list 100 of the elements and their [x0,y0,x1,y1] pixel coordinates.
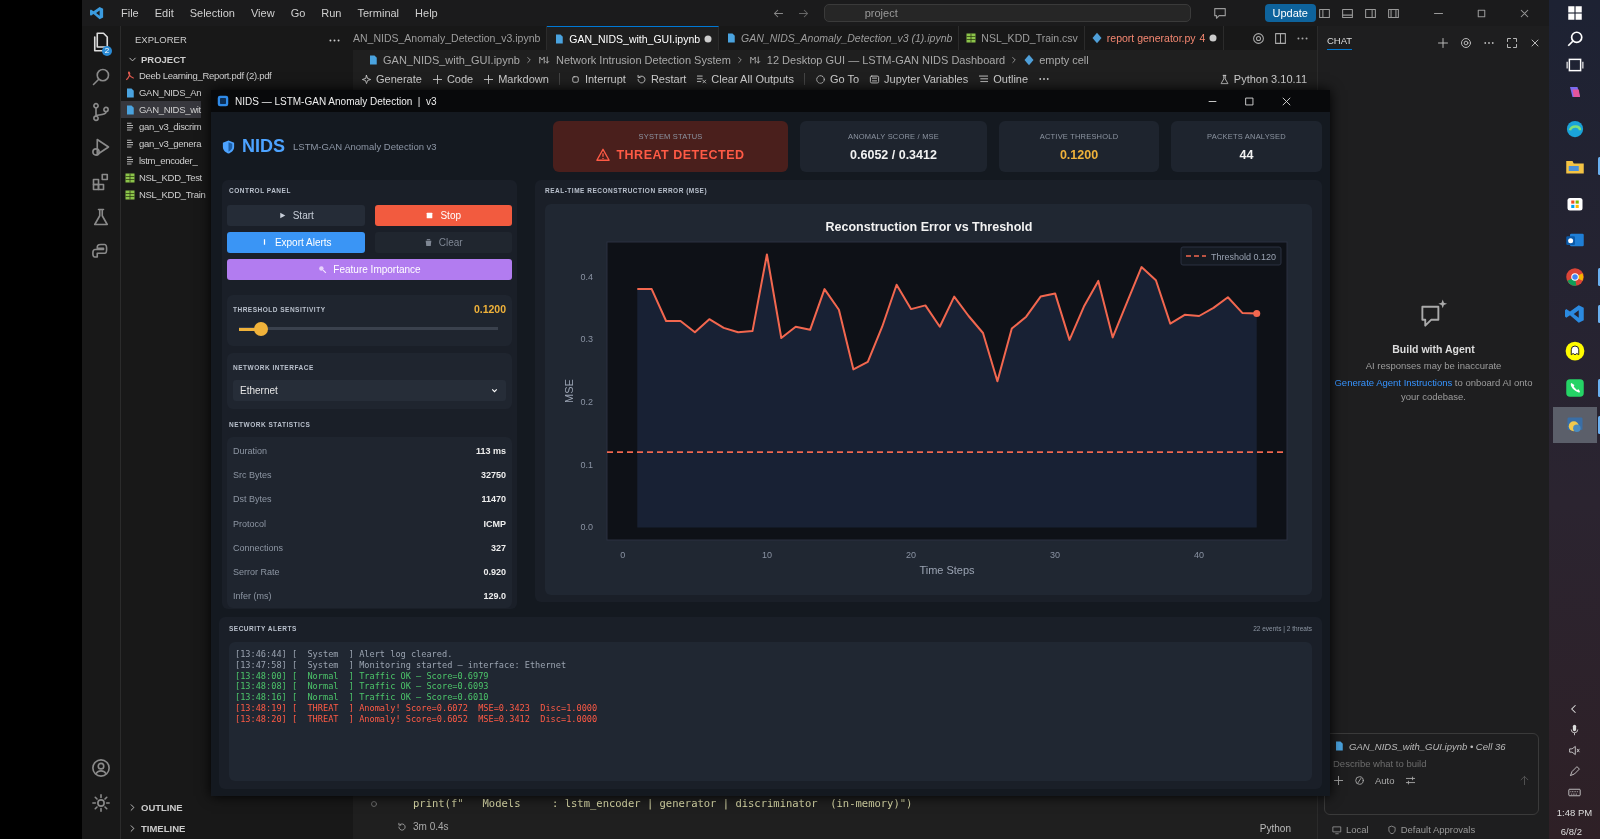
axis-tick-label: 0.2 [580,397,593,407]
tree-item[interactable]: NSL_KDD_Train [121,186,206,203]
axis-tick-label: 0.0 [580,522,593,533]
stat-label: Src Bytes [233,470,272,481]
axis-title: MSE [563,379,575,403]
breadcrumb-item[interactable]: GAN_NIDS_with_GUI.ipynb [367,54,520,66]
editor-tab[interactable]: GAN_NIDS_Anomaly_Detection_v3 (1).ipynb [719,26,960,50]
menu-item[interactable]: Terminal [350,5,407,21]
tree-item[interactable]: lstm_encoder_ [121,152,198,169]
chart-title: Reconstruction Error vs Threshold [825,220,1033,234]
menu-item[interactable]: Run [314,5,349,21]
menu-item[interactable]: Edit [147,5,181,21]
interface-select[interactable]: Ethernet [233,380,506,401]
threshold-value: 0.1200 [473,303,506,315]
menu-item[interactable]: Help [408,5,445,21]
stat-label: Dst Bytes [233,494,272,505]
tree-item[interactable]: gan_v3_discrim [121,118,202,135]
context-chip[interactable]: GAN_NIDS_with_GUI.ipynb • Cell 36 [1333,740,1530,752]
menu-item[interactable]: View [243,5,282,21]
clear-button[interactable]: Clear [374,232,512,253]
card-value: THREAT DETECTED [616,147,745,162]
legend-label: Threshold 0.120 [1211,251,1277,262]
axis-tick-label: 0.3 [580,334,593,345]
cell-language[interactable]: Python [1259,823,1291,834]
instructions-link[interactable]: Generate Agent Instructions [1334,377,1453,388]
axis-title: Time Steps [919,564,975,576]
stat-value: 129.0 [483,591,506,602]
stat-value: 32750 [480,470,506,481]
toolbar-button[interactable]: Markdown [483,73,549,85]
clock-date[interactable]: 6/8/2 [1560,826,1582,837]
chat-hint: Generate Agent Instructions to onboard AI onto your codebase. [1333,376,1534,404]
toolbar-button[interactable]: Code [431,73,474,85]
toolbar-button[interactable]: Generate [361,73,422,85]
section-header[interactable]: TIMELINE [121,818,192,839]
tree-item[interactable]: Deeb Learning_Report.pdf (2).pdf [121,67,272,84]
log-line: [13:48:08] [ Normal ] Traffic OK — Score=0.6093 [235,681,489,693]
menu-item[interactable]: File [114,5,146,21]
stat-label: Connections [233,542,284,553]
stat-label: Duration [233,446,268,457]
tree-item[interactable]: GAN_NIDS_An [121,84,202,101]
chat-notice: AI responses may be inaccurate [1365,360,1502,371]
axis-tick-label: 40 [1194,550,1205,560]
chat-heading: Build with Agent [1392,343,1475,355]
axis-tick-label: 10 [761,550,772,560]
toolbar-button[interactable]: Outline [978,73,1029,85]
update-button[interactable]: Update [1264,4,1316,22]
axis-tick-label: 20 [906,550,916,560]
editor-tab[interactable]: report generator.py 4 [1084,26,1225,50]
editor-tab[interactable]: GAN_NIDS_with_GUI.ipynb [547,26,720,50]
breadcrumb-item[interactable]: empty cell [1023,54,1089,66]
app-logo: NIDS [242,136,285,157]
axis-tick-label: 30 [1050,550,1061,560]
tree-item[interactable]: gan_v3_genera [121,135,202,152]
chat-input[interactable]: Describe what to build [1333,758,1530,769]
location-picker[interactable]: Local [1332,824,1369,835]
axis-tick-label: 0 [620,550,626,560]
card-value: 0.6052 / 0.3412 [850,147,937,162]
stat-value: 0.920 [483,567,506,578]
log-line: [13:48:20] [ THREAT ] Anomaly! Score=0.6052 MSE=0.3412 Disc=1.0000 [235,713,598,725]
stat-value: ICMP [483,518,506,529]
toolbar-button[interactable]: Restart [635,73,687,85]
approvals-picker[interactable]: Default Approvals [1386,824,1476,835]
command-center-field[interactable]: project [823,4,1191,22]
card-value: 0.1200 [1059,147,1099,162]
stat-value: 11470 [481,494,506,505]
menu-item[interactable]: Selection [182,5,242,21]
section-header[interactable]: PROJECT [121,52,353,67]
stat-label: Infer (ms) [233,591,272,602]
problem-count: 4 [1199,32,1206,44]
mode-picker[interactable]: Auto [1375,775,1395,786]
log-line: [13:46:44] [ System ] Alert log cleared. [235,649,453,660]
window-title: NIDS — LSTM-GAN Anomaly Detection | v3 [235,95,437,107]
axis-tick-label: 0.1 [580,459,593,470]
breadcrumb-item[interactable]: Network Intrusion Detection System [537,54,731,66]
toolbar-button[interactable]: Clear All Outputs [696,73,794,85]
stat-value: 113 ms [475,446,506,457]
start-button[interactable]: Start [227,205,365,226]
card-value: 44 [1239,147,1254,162]
panel-tab[interactable]: CHAT [1327,35,1353,50]
stat-label: Serror Rate [233,567,280,578]
toolbar-button[interactable]: Jupyter Variables [869,73,969,85]
execution-time: 3m 0.4s [413,821,449,832]
editor-tab[interactable]: NSL_KDD_Train.csv [959,26,1085,50]
code-line: print(f" Models : lstm_encoder | generator | discriminator (in-memory)") [413,797,913,809]
tree-item[interactable]: NSL_KDD_Test [121,169,202,186]
axis-tick-label: 0.4 [580,271,593,282]
log-line: [13:48:19] [ THREAT ] Anomaly! Score=0.6072 MSE=0.3423 Disc=1.0000 [235,703,598,714]
toolbar-button[interactable]: Go To [814,73,860,85]
notification-badge: 2 [102,46,112,56]
toolbar-button[interactable]: Interrupt [569,73,626,85]
log-line: [13:47:58] [ System ] Monitoring started — interface: Ethernet [235,659,567,671]
log-line: [13:48:00] [ Normal ] Traffic OK — Score=0.6979 [235,670,489,682]
menu-item[interactable]: Go [283,5,313,21]
app-subtitle: LSTM-GAN Anomaly Detection v3 [293,141,437,152]
section-header[interactable]: OUTLINE [121,797,189,818]
clock-time[interactable]: 1:48 PM [1556,807,1593,818]
kernel-picker[interactable]: Python 3.10.11 [1218,73,1307,85]
log-line: [13:48:16] [ Normal ] Traffic OK — Score=0.6010 [235,692,489,703]
breadcrumb-item[interactable]: 12 Desktop GUI — LSTM-GAN NIDS Dashboard [748,54,1006,66]
tree-item[interactable]: GAN_NIDS_wit [121,101,201,118]
